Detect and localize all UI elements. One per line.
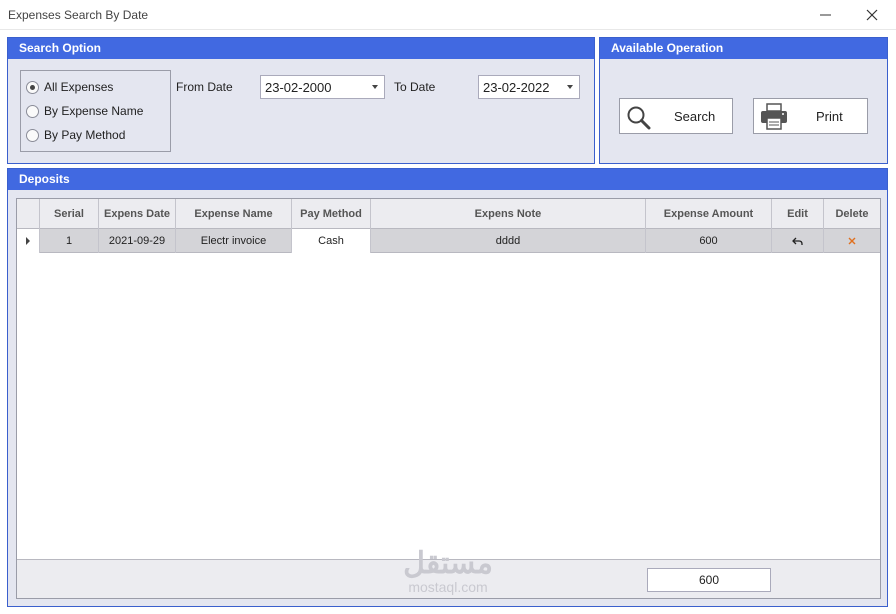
window-title: Expenses Search By Date (8, 8, 149, 22)
deposits-header: Deposits (8, 169, 887, 190)
cell-expense-name: Electr invoice (176, 229, 292, 253)
search-icon (627, 106, 651, 130)
edit-button[interactable] (772, 229, 824, 253)
from-date-value: 23-02-2000 (265, 79, 332, 95)
deposits-panel: Deposits Serial Expens Date Expense Name… (7, 168, 888, 607)
radio-label: By Expense Name (44, 104, 144, 118)
cell-date: 2021-09-29 (99, 229, 176, 253)
from-date-picker[interactable]: 23-02-2000 (260, 75, 385, 99)
column-header[interactable]: Edit (772, 199, 824, 229)
search-button[interactable]: Search (619, 98, 733, 134)
minimize-icon (820, 14, 831, 16)
cell-expense-amount: 600 (646, 229, 772, 253)
search-mode-radio-group: All Expenses By Expense Name By Pay Meth… (20, 70, 171, 152)
total-amount-field: 600 (647, 568, 771, 592)
from-date-label: From Date (176, 80, 233, 94)
dropdown-arrow-icon (372, 85, 378, 89)
print-button-label: Print (816, 109, 843, 124)
printer-icon (761, 103, 787, 130)
column-header[interactable]: Delete (824, 199, 880, 229)
radio-by-pay-method[interactable]: By Pay Method (26, 126, 125, 144)
radio-label: All Expenses (44, 80, 114, 94)
row-selector[interactable] (17, 229, 40, 253)
title-bar: Expenses Search By Date (0, 0, 896, 30)
close-button[interactable] (858, 2, 886, 28)
row-selector-header (17, 199, 40, 229)
radio-label: By Pay Method (44, 128, 126, 142)
dropdown-arrow-icon (567, 85, 573, 89)
available-operation-header: Available Operation (600, 38, 887, 59)
column-header[interactable]: Expense Amount (646, 199, 772, 229)
expenses-grid: Serial Expens Date Expense Name Pay Meth… (16, 198, 881, 599)
to-date-value: 23-02-2022 (483, 79, 550, 95)
to-date-picker[interactable]: 23-02-2022 (478, 75, 580, 99)
to-date-label: To Date (394, 80, 436, 94)
delete-button[interactable] (824, 229, 880, 253)
delete-x-icon (848, 237, 856, 245)
column-header[interactable]: Expense Name (176, 199, 292, 229)
radio-circle (26, 104, 39, 118)
print-button[interactable]: Print (753, 98, 868, 134)
available-operation-panel: Available Operation Search Print (599, 37, 888, 164)
table-row[interactable]: 1 2021-09-29 Electr invoice Cash dddd 60… (17, 229, 880, 253)
search-button-label: Search (674, 109, 716, 124)
search-option-panel: Search Option All Expenses By Expense Na… (7, 37, 595, 164)
radio-by-expense-name[interactable]: By Expense Name (26, 102, 143, 120)
column-header[interactable]: Serial (40, 199, 99, 229)
row-pointer-icon (26, 237, 30, 245)
column-header[interactable]: Pay Method (292, 199, 371, 229)
minimize-button[interactable] (812, 2, 840, 28)
cell-expense-note: dddd (371, 229, 646, 253)
radio-circle-checked (26, 80, 39, 94)
radio-all-expenses[interactable]: All Expenses (26, 78, 113, 96)
search-option-header: Search Option (8, 38, 594, 59)
column-header[interactable]: Expens Date (99, 199, 176, 229)
cell-serial: 1 (40, 229, 99, 253)
grid-header-row: Serial Expens Date Expense Name Pay Meth… (17, 199, 880, 229)
radio-circle (26, 128, 39, 142)
cell-pay-method[interactable]: Cash (292, 229, 371, 253)
column-header[interactable]: Expens Note (371, 199, 646, 229)
grid-footer: 600 (17, 559, 880, 598)
close-icon (866, 9, 878, 21)
undo-icon (792, 237, 803, 245)
